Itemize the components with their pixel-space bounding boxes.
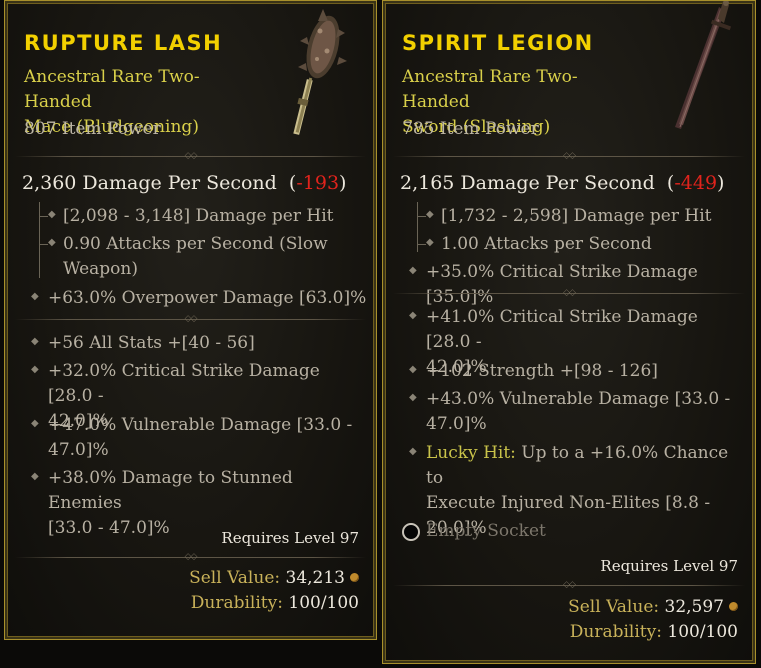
durability-value: 100/100 (288, 593, 359, 613)
lucky-hit-label: Lucky Hit: (426, 443, 516, 463)
sell-value-label: Sell Value: (189, 568, 281, 588)
required-level: Requires Level 97 (600, 557, 738, 575)
empty-socket-icon (402, 523, 420, 541)
damage-per-hit: [1,732 - 2,598] Damage per Hit (441, 206, 712, 226)
sell-value-label: Sell Value: (568, 597, 660, 617)
durability-label: Durability: (569, 622, 662, 642)
affix-line: +41.0% Critical Strike Damage [28.0 - (426, 307, 698, 352)
attacks-per-second: 0.90 Attacks per Second (Slow Weapon) (63, 232, 363, 282)
diamond-bullet-icon: ◆ (409, 364, 417, 375)
sell-value-amount: 32,597 (664, 597, 724, 617)
affix: +56 All Stats +[40 - 56] (48, 333, 255, 353)
affix-line: 47.0]% (48, 440, 109, 460)
durability: Durability: 100/100 (570, 622, 738, 642)
durability-label: Durability: (190, 593, 283, 613)
diamond-bullet-icon: ◆ (31, 364, 39, 375)
affix-line: +43.0% Vulnerable Damage [33.0 - (426, 389, 731, 409)
tree-branch (418, 216, 426, 217)
diamond-bullet-icon: ◆ (409, 392, 417, 403)
affix-line: +38.0% Damage to Stunned Enemies (48, 468, 293, 513)
attacks-per-second: 1.00 Attacks per Second (441, 234, 652, 254)
divider: ◇◇ (15, 552, 366, 562)
diamond-bullet-icon: ◆ (48, 209, 56, 220)
divider: ◇◇ (393, 580, 745, 590)
sell-value: Sell Value: 32,597 (568, 597, 738, 617)
diamond-bullet-icon: ◆ (31, 471, 39, 482)
dps-delta: -193 (296, 172, 340, 194)
dps-delta: -449 (674, 172, 718, 194)
tree-branch (418, 244, 426, 245)
damage-per-second: 2,165 Damage Per Second (-449) (400, 172, 724, 194)
tree-branch (40, 244, 48, 245)
dps-value: 2,165 Damage Per Second (400, 172, 655, 194)
damage-per-hit: [2,098 - 3,148] Damage per Hit (63, 206, 334, 226)
divider: ◇◇ (15, 151, 366, 161)
affix-line: 47.0]% (426, 414, 487, 434)
diamond-bullet-icon: ◆ (409, 446, 417, 457)
item-name: SPIRIT LEGION (402, 31, 594, 55)
paren: ) (339, 172, 347, 194)
diamond-bullet-icon: ◆ (426, 237, 434, 248)
item-type-line: Ancestral Rare Two-Handed (402, 67, 578, 112)
diamond-bullet-icon: ◆ (31, 291, 39, 302)
item-power: 785 Item Power (402, 119, 539, 139)
stat-line: 0.90 Attacks per Second (Slow (63, 234, 328, 254)
required-level: Requires Level 97 (221, 529, 359, 547)
affix: +47.0% Vulnerable Damage [33.0 - 47.0]% (48, 413, 368, 463)
stat-line: Weapon) (63, 259, 138, 279)
item-power: 807 Item Power (24, 119, 161, 139)
gold-coin-icon (729, 602, 738, 611)
diamond-bullet-icon: ◆ (409, 265, 417, 276)
mace-icon (289, 7, 359, 135)
divider: ◇◇ (393, 151, 745, 161)
item-tooltip-spirit-legion: SPIRIT LEGION Ancestral Rare Two-Handed … (382, 0, 756, 664)
item-tooltip-rupture-lash: RUPTURE LASH Ancestral Rare Two-Handed M… (4, 0, 377, 640)
stat-tree-line (39, 202, 40, 278)
item-name: RUPTURE LASH (24, 31, 223, 55)
divider: ◇◇ (15, 314, 366, 324)
sword-icon (663, 0, 733, 135)
divider: ◇◇ (393, 288, 745, 298)
dps-value: 2,360 Damage Per Second (22, 172, 277, 194)
tree-branch (40, 216, 48, 217)
affix-line: +47.0% Vulnerable Damage [33.0 - (48, 415, 353, 435)
implicit-affix: +63.0% Overpower Damage [63.0]% (48, 288, 367, 308)
sell-value: Sell Value: 34,213 (189, 568, 359, 588)
damage-per-second: 2,360 Damage Per Second (-193) (22, 172, 346, 194)
sell-value-amount: 34,213 (285, 568, 345, 588)
diamond-bullet-icon: ◆ (48, 237, 56, 248)
durability-value: 100/100 (667, 622, 738, 642)
diamond-bullet-icon: ◆ (31, 418, 39, 429)
affix-line: +32.0% Critical Strike Damage [28.0 - (48, 361, 320, 406)
affix-line: Execute Injured Non-Elites [8.8 - (426, 493, 711, 513)
diamond-bullet-icon: ◆ (426, 209, 434, 220)
affix: +102 Strength +[98 - 126] (426, 361, 658, 381)
diamond-bullet-icon: ◆ (31, 336, 39, 347)
empty-socket: Empty Socket (426, 521, 546, 541)
diamond-bullet-icon: ◆ (409, 310, 417, 321)
gold-coin-icon (350, 573, 359, 582)
item-type-line: Ancestral Rare Two-Handed (24, 67, 200, 112)
implicit-affix: +35.0% Critical Strike Damage [35.0]% (426, 262, 698, 307)
paren: ) (717, 172, 725, 194)
durability: Durability: 100/100 (191, 593, 359, 613)
affix: +43.0% Vulnerable Damage [33.0 - 47.0]% (426, 387, 746, 437)
